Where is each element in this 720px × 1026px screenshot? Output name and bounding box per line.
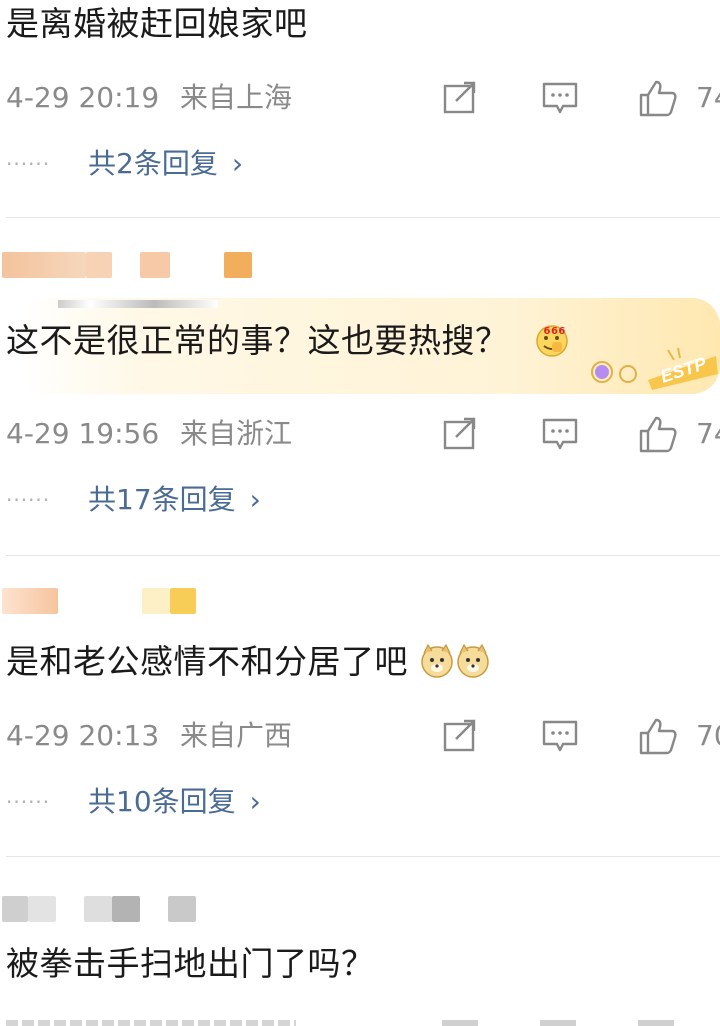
comment-text: 这不是很正常的事？这也要热搜？ 666 [6, 320, 570, 361]
share-button[interactable] [440, 80, 480, 116]
actions-cut-off [442, 1020, 720, 1026]
like-count: 70 [696, 719, 720, 752]
like-icon [639, 416, 677, 453]
comment-location: 来自广西 [180, 719, 293, 752]
comment-time: 4-29 20:13 [6, 719, 160, 752]
comment-time-location: 4-29 20:19 来自上海 [6, 80, 292, 116]
comment-time: 4-29 19:56 [6, 417, 160, 450]
comment-item: 这不是很正常的事？这也要热搜？ 666 ESTP 4-29 19:56 来自浙江 [0, 218, 720, 556]
chevron-right-icon: › [249, 785, 261, 818]
username-blurred [0, 588, 300, 618]
comment-meta: 4-29 19:56 来自浙江 74 [6, 416, 720, 453]
like-button[interactable] [638, 80, 678, 117]
like-icon [639, 718, 677, 755]
replies-row: ······ 共17条回复 › [6, 482, 406, 518]
blurred-decoration [58, 300, 218, 308]
comment-meta: 4-29 20:13 来自广西 70 [6, 718, 720, 755]
comment-icon [542, 418, 578, 450]
share-icon [443, 417, 476, 450]
comment-button[interactable] [540, 80, 580, 116]
comment-button[interactable] [540, 416, 580, 452]
view-replies-link[interactable]: 共2条回复 › [88, 146, 243, 182]
dots-separator: ······ [6, 152, 51, 176]
comment-time-location: 4-29 20:13 来自广西 [6, 718, 292, 754]
comment-text: 是离婚被赶回娘家吧 [6, 4, 308, 43]
view-replies-link[interactable]: 共10条回复 › [88, 784, 261, 820]
comment-text: 被拳击手扫地出门了吗？ [6, 944, 375, 983]
comment-location: 来自浙江 [180, 417, 293, 450]
dots-separator: ······ [6, 488, 51, 512]
comment-time-location: 4-29 19:56 来自浙江 [6, 416, 292, 452]
share-icon [443, 81, 476, 114]
emoji-tag: 666 [543, 326, 566, 337]
comment-item: 是和老公感情不和分居了吧 4-29 20:13 来自广西 70 ······ 共… [0, 556, 720, 858]
like-button[interactable] [638, 416, 678, 453]
doge-emoji-icon [455, 643, 491, 679]
estp-badge: ESTP [588, 346, 720, 390]
comment-icon [542, 82, 578, 114]
share-button[interactable] [440, 718, 480, 754]
share-icon [443, 719, 476, 752]
share-button[interactable] [440, 416, 480, 452]
chevron-right-icon: › [231, 147, 244, 180]
comment-text: 是和老公感情不和分居了吧 [6, 642, 491, 682]
view-replies-link[interactable]: 共17条回复 › [88, 482, 261, 518]
replies-count-label: 共10条回复 [88, 785, 236, 818]
comment-text-content: 是和老公感情不和分居了吧 [6, 642, 408, 681]
like-button[interactable] [638, 718, 678, 755]
comment-text-content: 这不是很正常的事？这也要热搜？ [6, 321, 509, 360]
emoji-666-icon: 666 [534, 320, 570, 357]
username-blurred [0, 896, 300, 926]
chevron-right-icon: › [249, 483, 261, 516]
replies-row: ······ 共10条回复 › [6, 784, 406, 820]
comment-meta-cut-off [6, 1020, 296, 1026]
replies-row: ······ 共2条回复 › [6, 146, 406, 182]
like-count: 74 [696, 417, 720, 450]
comment-location: 来自上海 [180, 81, 293, 114]
like-icon [639, 80, 677, 117]
comment-time: 4-29 20:19 [6, 81, 160, 114]
comment-button[interactable] [540, 718, 580, 754]
doge-emoji-icon [419, 643, 455, 679]
username-blurred [0, 252, 300, 282]
replies-count-label: 共2条回复 [88, 147, 218, 180]
divider [6, 856, 720, 857]
like-count: 74 [696, 81, 720, 114]
comment-item: 被拳击手扫地出门了吗？ [0, 858, 720, 1026]
comment-icon [542, 720, 578, 752]
comment-meta: 4-29 20:19 来自上海 74 [6, 80, 720, 117]
comment-item: 是离婚被赶回娘家吧 4-29 20:19 来自上海 74 ······ 共2条回… [0, 0, 720, 218]
replies-count-label: 共17条回复 [88, 483, 236, 516]
dots-separator: ······ [6, 790, 51, 814]
